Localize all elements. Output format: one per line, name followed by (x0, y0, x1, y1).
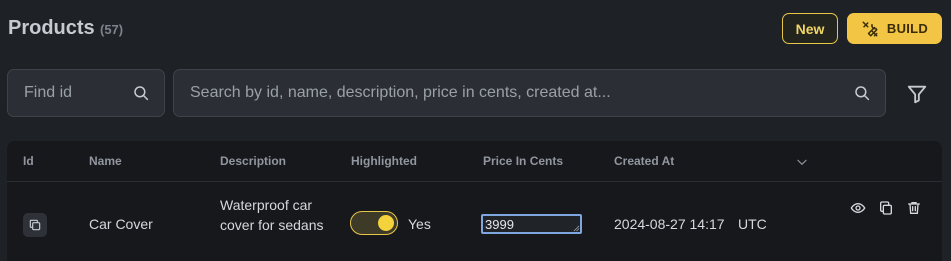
cell-description: Waterproof car cover for sedans (220, 197, 324, 233)
column-header-description[interactable]: Description (220, 154, 286, 168)
price-in-cents-input[interactable] (481, 214, 582, 234)
build-button[interactable]: BUILD (847, 13, 942, 44)
copy-id-icon (29, 219, 41, 231)
cell-timezone: UTC (738, 216, 767, 232)
column-header-highlighted[interactable]: Highlighted (351, 154, 417, 168)
search-icon[interactable] (853, 84, 871, 102)
column-header-name[interactable]: Name (89, 154, 122, 168)
highlighted-label: Yes (408, 216, 431, 232)
global-search-input[interactable] (190, 84, 853, 102)
toggle-knob (378, 215, 394, 231)
filter-icon[interactable] (906, 83, 928, 105)
highlighted-toggle[interactable] (350, 211, 398, 235)
duplicate-icon[interactable] (878, 200, 894, 216)
product-count-badge: (57) (100, 22, 124, 37)
products-table: Id Name Description Highlighted Price In… (7, 141, 942, 261)
column-header-price-in-cents[interactable]: Price In Cents (483, 154, 563, 168)
table-header-row: Id Name Description Highlighted Price In… (7, 141, 942, 182)
find-id-input[interactable] (24, 84, 132, 102)
chevron-down-icon[interactable] (795, 155, 809, 169)
trash-icon[interactable] (906, 200, 922, 216)
page-header: Products (57) New BUILD (0, 0, 951, 60)
column-header-created-at[interactable]: Created At (614, 154, 674, 168)
global-search-field[interactable] (173, 69, 886, 117)
page-title: Products (8, 17, 95, 39)
new-button[interactable]: New (782, 13, 838, 44)
tools-icon (862, 21, 878, 36)
find-id-field[interactable] (7, 69, 165, 117)
cell-name: Car Cover (89, 216, 153, 232)
search-icon[interactable] (132, 84, 150, 102)
build-button-label: BUILD (886, 21, 929, 36)
copy-id-button[interactable] (23, 213, 47, 237)
cell-created-at: 2024-08-27 14:17 (614, 216, 725, 232)
eye-icon[interactable] (850, 200, 866, 216)
column-header-id[interactable]: Id (23, 154, 34, 168)
